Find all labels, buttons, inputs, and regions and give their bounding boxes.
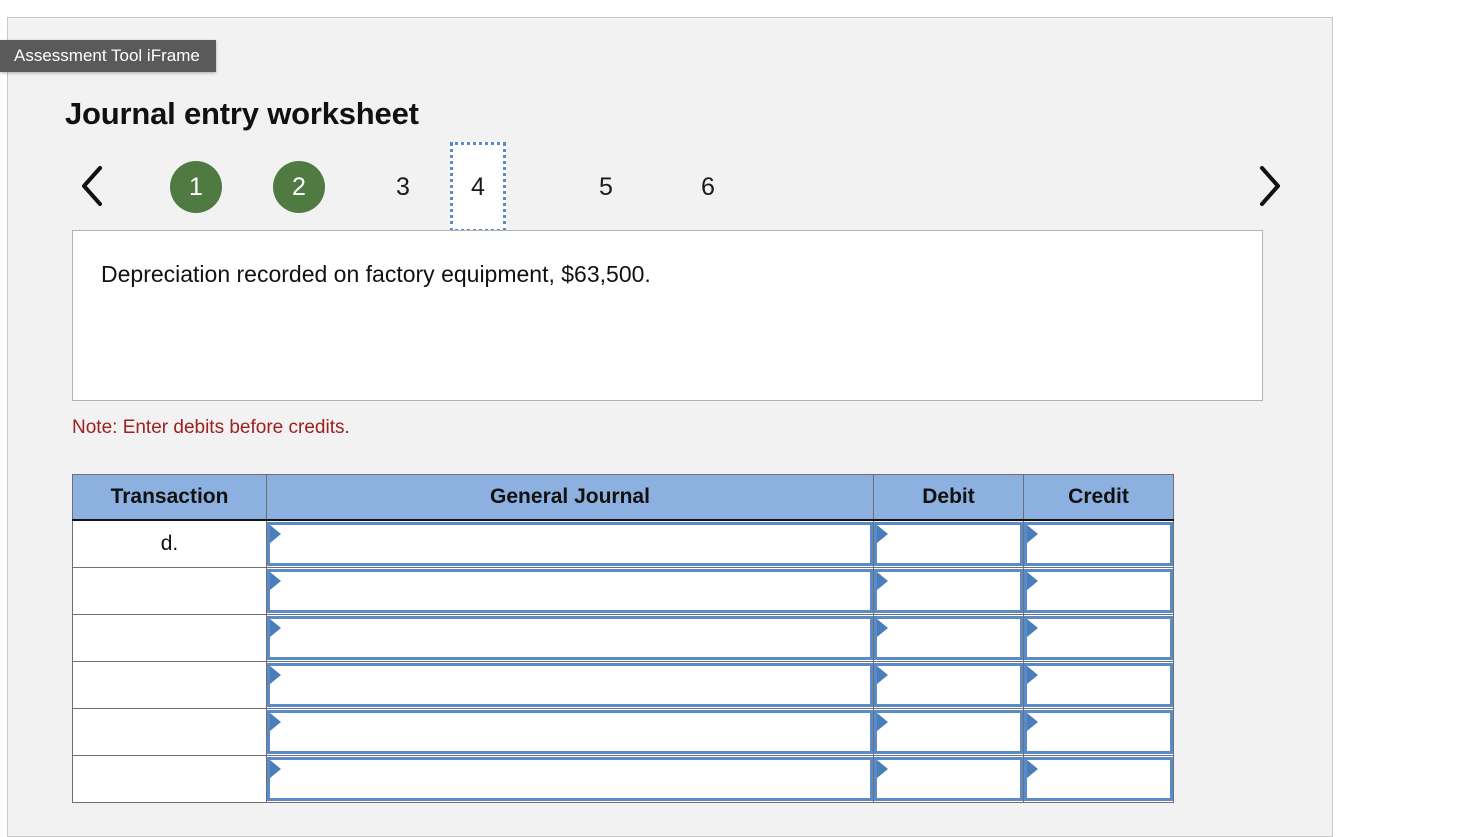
- table-row: [72, 660, 1174, 709]
- credit-input-4[interactable]: [1024, 662, 1173, 707]
- dropdown-arrow-icon: [1027, 759, 1038, 778]
- dropdown-arrow-icon: [270, 524, 281, 543]
- dropdown-arrow-icon: [1027, 665, 1038, 684]
- iframe-tooltip: Assessment Tool iFrame: [0, 40, 216, 72]
- credit-input-6[interactable]: [1024, 756, 1173, 801]
- debit-cell: [873, 660, 1024, 709]
- debit-cell: [873, 754, 1024, 803]
- table-row: [72, 613, 1174, 662]
- credit-cell: [1023, 613, 1174, 662]
- column-header-general-journal: General Journal: [266, 474, 874, 521]
- pager-page-2[interactable]: 2: [273, 161, 325, 213]
- general-journal-select-4[interactable]: [267, 662, 873, 707]
- debit-cell: [873, 613, 1024, 662]
- pager-page-2-label: 2: [292, 172, 306, 201]
- debit-input-4[interactable]: [874, 662, 1023, 707]
- pager-page-1-label: 1: [189, 172, 203, 201]
- column-header-transaction: Transaction: [72, 474, 267, 521]
- general-journal-select-3[interactable]: [267, 615, 873, 660]
- debit-input-3[interactable]: [874, 615, 1023, 660]
- transaction-statement-text: Depreciation recorded on factory equipme…: [101, 261, 651, 287]
- credit-cell: [1023, 754, 1174, 803]
- general-journal-cell: [266, 566, 874, 615]
- table-row: [72, 566, 1174, 615]
- pager-page-6-label: 6: [701, 172, 715, 201]
- pager-page-3-label: 3: [396, 172, 410, 201]
- pager-page-4-label: 4: [471, 172, 485, 201]
- credit-input-2[interactable]: [1024, 568, 1173, 613]
- general-journal-select-6[interactable]: [267, 756, 873, 801]
- transaction-label-cell: [72, 613, 267, 662]
- dropdown-arrow-icon: [877, 712, 888, 731]
- transaction-label-cell: [72, 660, 267, 709]
- general-journal-select-2[interactable]: [267, 568, 873, 613]
- pager-prev-button[interactable]: [72, 143, 112, 228]
- pager-page-3[interactable]: 3: [377, 161, 429, 213]
- pager-next-button[interactable]: [1249, 143, 1289, 228]
- pager-page-6[interactable]: 6: [682, 161, 734, 213]
- dropdown-arrow-icon: [1027, 571, 1038, 590]
- transaction-label-cell: d.: [72, 519, 267, 568]
- pager-page-5[interactable]: 5: [580, 161, 632, 213]
- debit-cell: [873, 707, 1024, 756]
- dropdown-arrow-icon: [270, 759, 281, 778]
- dropdown-arrow-icon: [1027, 618, 1038, 637]
- column-header-credit: Credit: [1023, 474, 1174, 521]
- transaction-label-cell: [72, 566, 267, 615]
- debit-cell: [873, 519, 1024, 568]
- general-journal-cell: [266, 519, 874, 568]
- dropdown-arrow-icon: [877, 759, 888, 778]
- general-journal-cell: [266, 754, 874, 803]
- dropdown-arrow-icon: [270, 571, 281, 590]
- assessment-tool-iframe-panel: Journal entry worksheet 1 2 3 4 5 6 Depr…: [7, 17, 1333, 837]
- table-row: [72, 707, 1174, 756]
- pager-page-4[interactable]: 4: [450, 142, 506, 232]
- dropdown-arrow-icon: [270, 665, 281, 684]
- worksheet-pager: 1 2 3 4 5 6: [72, 142, 1280, 232]
- debits-before-credits-note: Note: Enter debits before credits.: [72, 417, 350, 438]
- debit-input-6[interactable]: [874, 756, 1023, 801]
- debit-input-2[interactable]: [874, 568, 1023, 613]
- dropdown-arrow-icon: [270, 618, 281, 637]
- general-journal-select-5[interactable]: [267, 709, 873, 754]
- general-journal-select-1[interactable]: [267, 521, 873, 566]
- debit-cell: [873, 566, 1024, 615]
- credit-cell: [1023, 566, 1174, 615]
- table-row: [72, 754, 1174, 803]
- dropdown-arrow-icon: [877, 665, 888, 684]
- dropdown-arrow-icon: [1027, 524, 1038, 543]
- transaction-label-cell: [72, 754, 267, 803]
- pager-page-1[interactable]: 1: [170, 161, 222, 213]
- table-row: d.: [72, 519, 1174, 568]
- debit-input-5[interactable]: [874, 709, 1023, 754]
- pager-page-5-label: 5: [599, 172, 613, 201]
- table-header-row: Transaction General Journal Debit Credit: [72, 474, 1174, 521]
- credit-cell: [1023, 707, 1174, 756]
- transaction-statement-box: Depreciation recorded on factory equipme…: [72, 230, 1263, 401]
- dropdown-arrow-icon: [877, 524, 888, 543]
- credit-input-3[interactable]: [1024, 615, 1173, 660]
- general-journal-cell: [266, 660, 874, 709]
- credit-input-1[interactable]: [1024, 521, 1173, 566]
- general-journal-cell: [266, 707, 874, 756]
- credit-cell: [1023, 660, 1174, 709]
- debit-input-1[interactable]: [874, 521, 1023, 566]
- column-header-debit: Debit: [873, 474, 1024, 521]
- page-title: Journal entry worksheet: [65, 95, 419, 131]
- credit-input-5[interactable]: [1024, 709, 1173, 754]
- dropdown-arrow-icon: [270, 712, 281, 731]
- journal-entry-table: Transaction General Journal Debit Credit…: [72, 474, 1174, 803]
- general-journal-cell: [266, 613, 874, 662]
- dropdown-arrow-icon: [1027, 712, 1038, 731]
- credit-cell: [1023, 519, 1174, 568]
- dropdown-arrow-icon: [877, 571, 888, 590]
- transaction-label-cell: [72, 707, 267, 756]
- dropdown-arrow-icon: [877, 618, 888, 637]
